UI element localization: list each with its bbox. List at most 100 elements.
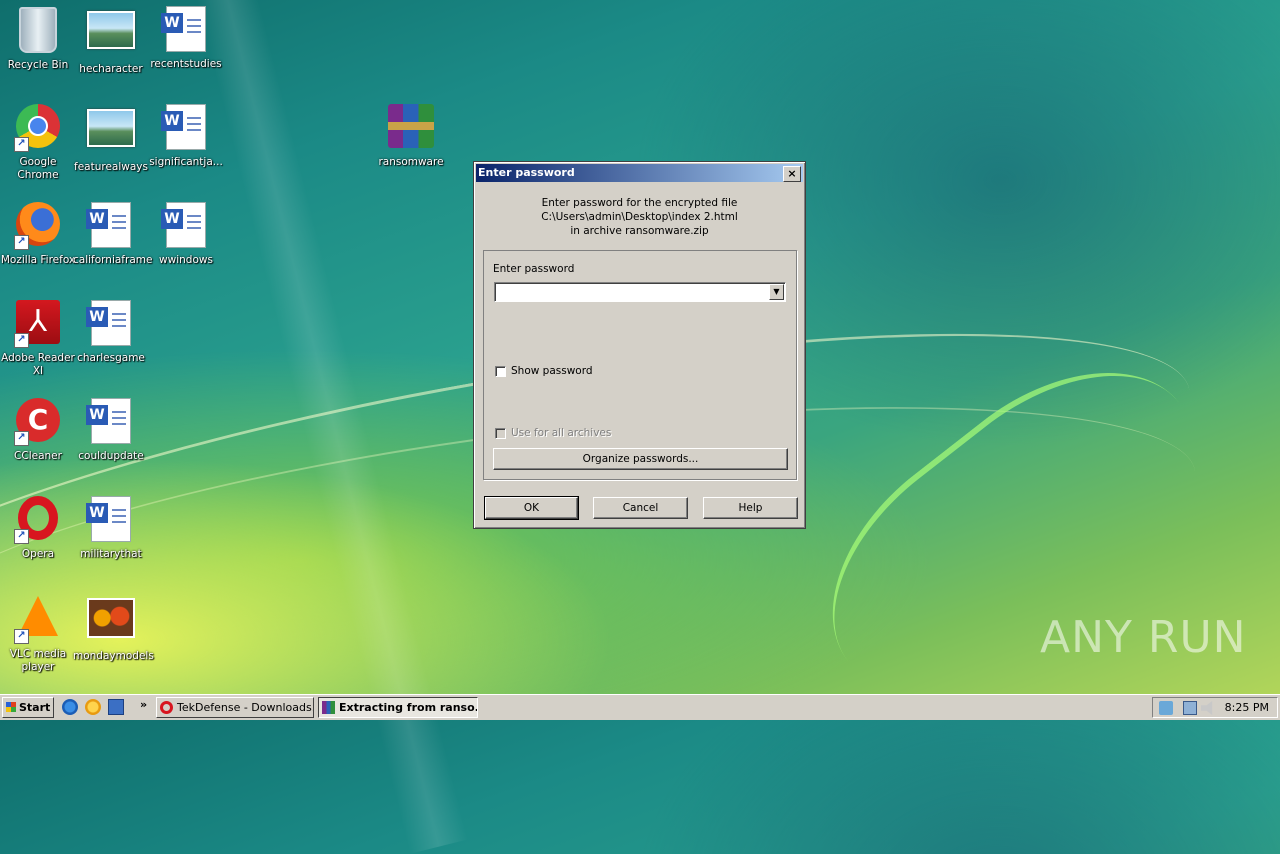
prompt-line: Enter password for the encrypted file — [541, 197, 738, 209]
desktop-icon-label: ransomware — [378, 156, 444, 168]
use-for-all-archives-checkbox — [495, 428, 506, 439]
word-document-icon: W — [86, 300, 135, 348]
password-group: Enter password ▼ Show password Use for a… — [483, 250, 797, 480]
word-document-icon: W — [86, 202, 135, 250]
show-desktop-icon[interactable] — [108, 699, 124, 715]
desktop-icon-label: mondaymodels — [73, 650, 154, 662]
shortcut-arrow-icon: ↗ — [14, 235, 29, 250]
opera-icon: ↗ — [14, 496, 62, 544]
image-file-icon — [87, 598, 135, 646]
prompt-archive: in archive ransomware.zip — [570, 225, 709, 237]
taskbar-item-label: Extracting from ranso... — [339, 701, 478, 714]
desktop-icon-recycle-bin[interactable]: Recycle Bin — [0, 4, 76, 72]
desktop-icon-label: significantja... — [149, 156, 223, 168]
desktop-icon-label: californiaframe — [73, 254, 153, 266]
ok-button[interactable]: OK — [484, 496, 579, 520]
desktop-icon-label: VLC media player — [9, 648, 67, 673]
prompt-file-path: C:\Users\admin\Desktop\index 2.html — [541, 211, 738, 223]
image-file-icon — [87, 109, 135, 157]
media-player-icon[interactable] — [85, 699, 101, 715]
show-password-checkbox[interactable] — [495, 366, 506, 377]
desktop-icon-label: charlesgame — [77, 352, 145, 364]
close-button[interactable]: × — [783, 166, 801, 182]
desktop-icon-charlesgame[interactable]: W charlesgame — [73, 298, 149, 365]
cancel-button[interactable]: Cancel — [593, 497, 688, 519]
desktop-icon-label: Mozilla Firefox — [0, 254, 76, 266]
desktop-icon-recentstudies[interactable]: W recentstudies — [148, 4, 224, 71]
quicklaunch-chevron-icon[interactable]: » — [140, 698, 147, 711]
opera-icon — [160, 701, 173, 714]
shortcut-arrow-icon: ↗ — [14, 529, 29, 544]
system-tray: 8:25 PM — [1152, 697, 1278, 718]
internet-explorer-icon[interactable] — [62, 699, 78, 715]
desktop-icon-label: recentstudies — [150, 58, 222, 70]
help-button[interactable]: Help — [703, 497, 798, 519]
security-alert-icon[interactable] — [1159, 701, 1173, 715]
desktop-icon-label: couldupdate — [78, 450, 144, 462]
start-label: Start — [19, 701, 51, 714]
winrar-archive-icon — [387, 104, 435, 152]
taskbar: Start » TekDefense - Downloads... Extrac… — [0, 694, 1280, 720]
dialog-titlebar[interactable]: Enter password × — [476, 164, 803, 182]
adobe-reader-icon: ⅄ ↗ — [14, 300, 62, 348]
image-file-icon — [87, 11, 135, 59]
desktop-icon-label: CCleaner — [14, 450, 62, 462]
shortcut-arrow-icon: ↗ — [14, 431, 29, 446]
recycle-bin-icon — [14, 7, 62, 55]
clock[interactable]: 8:25 PM — [1225, 698, 1269, 717]
desktop-icon-militarythat[interactable]: W militarythat — [73, 494, 149, 561]
desktop-icon-label: featurealways — [74, 161, 148, 173]
desktop-icon-label: hecharacter — [79, 63, 143, 75]
password-combobox[interactable]: ▼ — [494, 282, 786, 302]
desktop-icon-mozilla-firefox[interactable]: ↗ Mozilla Firefox — [0, 200, 76, 267]
word-document-icon: W — [86, 496, 135, 544]
use-for-all-archives-label: Use for all archives — [511, 427, 612, 439]
word-document-icon: W — [161, 202, 210, 250]
network-icon[interactable] — [1183, 701, 1197, 715]
show-password-label[interactable]: Show password — [511, 365, 593, 377]
word-document-icon: W — [161, 104, 210, 152]
desktop-icon-hecharacter[interactable]: hecharacter — [73, 4, 149, 76]
desktop-icon-label: militarythat — [80, 548, 142, 560]
desktop-icon-wwindows[interactable]: W wwindows — [148, 200, 224, 267]
dropdown-arrow-icon[interactable]: ▼ — [769, 284, 784, 300]
windows-flag-icon — [6, 702, 16, 712]
desktop-icon-ccleaner[interactable]: C ↗ CCleaner — [0, 396, 76, 463]
desktop-icon-adobe-reader[interactable]: ⅄ ↗ Adobe Reader XI — [0, 298, 76, 378]
word-document-icon: W — [86, 398, 135, 446]
volume-icon[interactable] — [1201, 701, 1213, 715]
password-label: Enter password — [493, 263, 575, 275]
desktop-icon-couldupdate[interactable]: W couldupdate — [73, 396, 149, 463]
chrome-icon: ↗ — [14, 104, 62, 152]
start-button[interactable]: Start — [2, 697, 54, 718]
shortcut-arrow-icon: ↗ — [14, 629, 29, 644]
taskbar-item-label: TekDefense - Downloads... — [177, 701, 314, 714]
desktop-icon-vlc[interactable]: ↗ VLC media player — [0, 592, 76, 674]
vlc-icon: ↗ — [14, 596, 62, 644]
desktop-icon-label: Recycle Bin — [7, 59, 69, 71]
ccleaner-icon: C ↗ — [14, 398, 62, 446]
winrar-icon — [322, 701, 335, 714]
taskbar-item-extracting[interactable]: Extracting from ranso... — [318, 697, 478, 718]
desktop-icon-opera[interactable]: ↗ Opera — [0, 494, 76, 561]
dialog-title: Enter password — [478, 166, 575, 179]
desktop-icon-label: Google Chrome — [17, 156, 59, 181]
taskbar-item-tekdefense[interactable]: TekDefense - Downloads... — [156, 697, 314, 718]
enter-password-dialog: Enter password × Enter password for the … — [473, 161, 806, 529]
word-document-icon: W — [161, 6, 210, 54]
desktop-icon-featurealways[interactable]: featurealways — [73, 102, 149, 174]
desktop-icon-ransomware[interactable]: ransomware — [373, 102, 449, 169]
dialog-prompt: Enter password for the encrypted file C:… — [474, 196, 805, 238]
desktop-icon-significantja[interactable]: W significantja... — [148, 102, 224, 169]
desktop-icon-californiaframe[interactable]: W californiaframe — [73, 200, 153, 267]
shortcut-arrow-icon: ↗ — [14, 137, 29, 152]
desktop-icon-label: wwindows — [159, 254, 213, 266]
anyrun-watermark: ANY RUN — [1040, 612, 1247, 663]
desktop-icon-google-chrome[interactable]: ↗ Google Chrome — [0, 102, 76, 182]
desktop-icon-mondaymodels[interactable]: mondaymodels — [73, 592, 154, 663]
firefox-icon: ↗ — [14, 202, 62, 250]
desktop-icon-label: Adobe Reader XI — [1, 352, 75, 377]
desktop-icon-label: Opera — [21, 548, 55, 560]
organize-passwords-button[interactable]: Organize passwords... — [493, 448, 788, 470]
shortcut-arrow-icon: ↗ — [14, 333, 29, 348]
